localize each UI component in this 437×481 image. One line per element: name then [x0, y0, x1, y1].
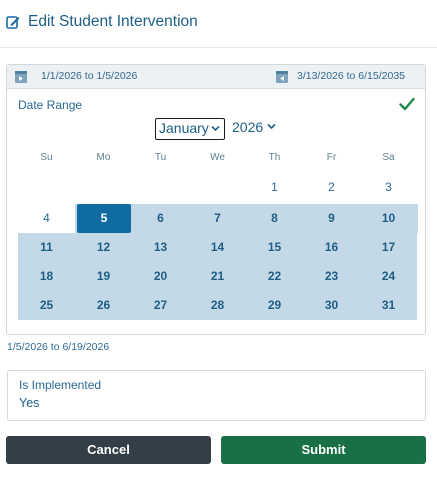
calendar-day[interactable]: 11 — [18, 233, 75, 262]
calendar-day[interactable]: 9 — [303, 204, 360, 233]
calendar-day[interactable]: 19 — [75, 262, 132, 291]
weekday-header: We — [210, 152, 225, 163]
weekday-header: Th — [268, 152, 281, 163]
calendar-day[interactable]: 29 — [246, 291, 303, 320]
range-start-text: 1/1/2026 to 1/5/2026 — [41, 70, 138, 82]
calendar-day[interactable]: 26 — [75, 291, 132, 320]
range-end-text: 3/13/2026 to 6/15/2035 — [297, 70, 406, 82]
calendar-day[interactable]: 18 — [18, 262, 75, 291]
page-title: Edit Student Intervention — [28, 13, 198, 30]
month-value: January — [159, 120, 209, 136]
calendar-day[interactable]: 3 — [360, 173, 417, 202]
calendar-day[interactable]: 15 — [246, 233, 303, 262]
calendar-prev-icon[interactable] — [275, 69, 289, 84]
submit-button[interactable]: Submit — [221, 436, 426, 464]
calendar-day[interactable]: 27 — [132, 291, 189, 320]
year-select[interactable]: 2026 — [232, 119, 276, 141]
weekday-header: Mo — [96, 152, 111, 163]
calendar-day[interactable]: 28 — [189, 291, 246, 320]
calendar-day[interactable]: 24 — [360, 262, 417, 291]
calendar-day[interactable]: 8 — [246, 204, 303, 233]
selected-range-summary: 1/5/2026 to 6/19/2026 — [7, 341, 110, 353]
calendar-day[interactable]: 1 — [246, 173, 303, 202]
calendar-day[interactable]: 2 — [303, 173, 360, 202]
calendar-next-icon[interactable] — [14, 69, 28, 84]
calendar-day-selected[interactable]: 5 — [77, 204, 131, 233]
calendar-day[interactable]: 30 — [303, 291, 360, 320]
calendar-day[interactable]: 16 — [303, 233, 360, 262]
calendar-day[interactable]: 31 — [360, 291, 417, 320]
calendar-grid: 1 2 3 4 5 6 7 8 9 10 11 12 13 14 15 16 1… — [18, 168, 418, 326]
check-icon — [399, 97, 415, 111]
edit-icon — [6, 16, 20, 29]
calendar-day[interactable]: 13 — [132, 233, 189, 262]
is-implemented-label: Is Implemented — [19, 378, 102, 392]
range-bar: 1/1/2026 to 1/5/2026 3/13/2026 to 6/15/2… — [7, 65, 425, 89]
chevron-down-icon — [267, 123, 276, 130]
weekday-header: Fr — [326, 152, 337, 163]
calendar-day[interactable]: 17 — [360, 233, 417, 262]
calendar-day[interactable]: 6 — [132, 204, 189, 233]
calendar-day[interactable]: 7 — [189, 204, 246, 233]
month-select[interactable]: January — [155, 118, 225, 140]
is-implemented-field[interactable]: Is Implemented Yes — [7, 370, 426, 421]
calendar-day[interactable]: 22 — [246, 262, 303, 291]
calendar-day[interactable]: 23 — [303, 262, 360, 291]
date-range-card: 1/1/2026 to 1/5/2026 3/13/2026 to 6/15/2… — [6, 64, 426, 335]
calendar-day[interactable]: 12 — [75, 233, 132, 262]
calendar-day[interactable]: 25 — [18, 291, 75, 320]
weekday-header: Sa — [382, 152, 395, 163]
dialog-header: Edit Student Intervention — [0, 0, 437, 48]
cancel-button[interactable]: Cancel — [6, 436, 211, 464]
date-range-label: Date Range — [18, 98, 83, 112]
calendar-day[interactable]: 14 — [189, 233, 246, 262]
chevron-down-icon — [211, 125, 220, 132]
calendar-day[interactable]: 21 — [189, 262, 246, 291]
weekday-header: Su — [40, 152, 53, 163]
calendar-day[interactable]: 20 — [132, 262, 189, 291]
year-value: 2026 — [232, 119, 264, 135]
calendar-day[interactable]: 10 — [360, 204, 417, 233]
is-implemented-value: Yes — [19, 396, 40, 410]
weekday-header: Tu — [154, 152, 167, 163]
calendar-day[interactable]: 4 — [18, 204, 75, 233]
